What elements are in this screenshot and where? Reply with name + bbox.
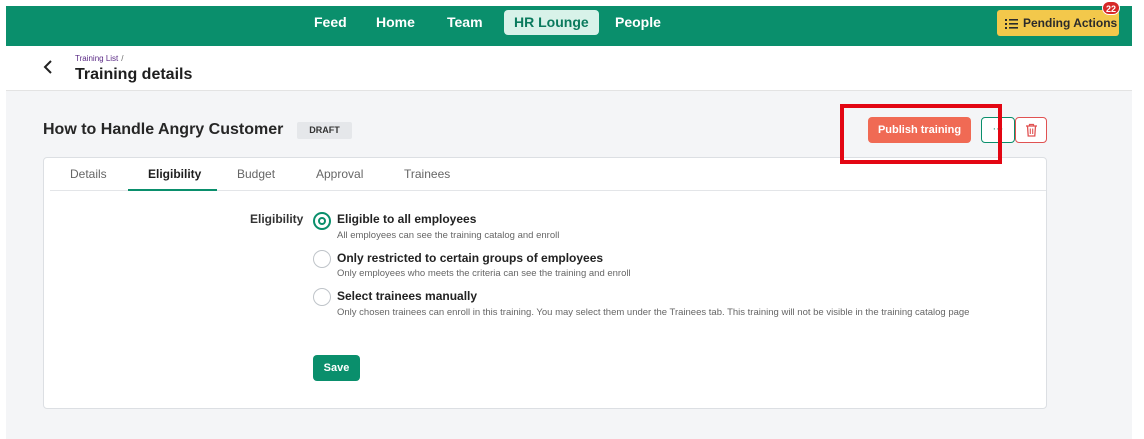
option-all-employees-desc: All employees can see the training catal… (337, 230, 560, 241)
app-frame: Feed Home Team HR Lounge People Pending … (0, 0, 1144, 439)
pending-actions-button[interactable]: Pending Actions (997, 10, 1119, 36)
eligibility-label: Eligibility (250, 212, 304, 226)
page-title: Training details (75, 66, 193, 83)
delete-button[interactable] (1015, 117, 1047, 143)
nav-item-team[interactable]: Team (437, 10, 493, 35)
status-badge: DRAFT (297, 122, 352, 139)
option-select-manually-desc: Only chosen trainees can enroll in this … (337, 307, 970, 318)
breadcrumb-training-list[interactable]: Training List (75, 54, 118, 63)
breadcrumb-separator: / (121, 54, 124, 63)
tab-details[interactable]: Details (70, 167, 107, 181)
pending-actions-label: Pending Actions (1023, 16, 1118, 30)
radio-select-manually[interactable] (313, 288, 331, 306)
radio-restricted-groups[interactable] (313, 250, 331, 268)
list-icon (1005, 18, 1018, 29)
pending-count-badge: 22 (1102, 1, 1121, 15)
active-tab-indicator (128, 189, 217, 191)
more-options-button[interactable]: ··· (981, 117, 1015, 143)
tab-approval[interactable]: Approval (316, 167, 363, 181)
option-all-employees-title: Eligible to all employees (337, 212, 477, 226)
option-select-manually-title: Select trainees manually (337, 289, 478, 303)
nav-item-feed[interactable]: Feed (304, 10, 357, 35)
nav-item-people[interactable]: People (605, 10, 671, 35)
tab-trainees[interactable]: Trainees (404, 167, 450, 181)
tab-bar: Details Eligibility Budget Approval Trai… (50, 158, 1046, 191)
training-name: How to Handle Angry Customer (43, 121, 284, 138)
save-button[interactable]: Save (313, 355, 360, 381)
tab-budget[interactable]: Budget (237, 167, 275, 181)
back-arrow-icon[interactable] (40, 57, 58, 77)
training-card (43, 157, 1047, 409)
option-restricted-groups-desc: Only employees who meets the criteria ca… (337, 268, 631, 279)
nav-item-home[interactable]: Home (366, 10, 425, 35)
option-restricted-groups-title: Only restricted to certain groups of emp… (337, 251, 604, 265)
tab-eligibility[interactable]: Eligibility (148, 167, 201, 181)
nav-item-hr-lounge[interactable]: HR Lounge (504, 10, 599, 35)
top-nav: Feed Home Team HR Lounge People Pending … (6, 6, 1132, 46)
publish-training-button[interactable]: Publish training (868, 117, 971, 143)
breadcrumb: Training List / (75, 54, 124, 63)
radio-all-employees[interactable] (313, 212, 331, 230)
trash-icon (1026, 123, 1037, 137)
